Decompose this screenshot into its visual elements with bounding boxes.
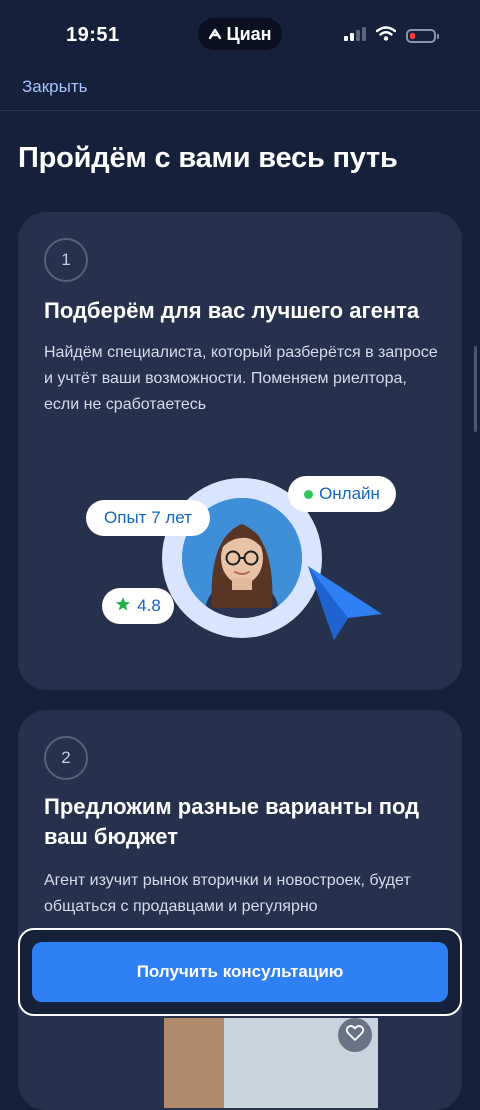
cursor-arrow-icon: [304, 562, 388, 651]
experience-badge: Опыт 7 лет: [86, 500, 210, 536]
status-bar: 19:51 Циан: [0, 0, 480, 70]
heart-icon: [345, 1024, 365, 1046]
step-description: Найдём специалиста, который разберётся в…: [44, 344, 438, 413]
step-title: Предложим разные варианты под ваш бюджет: [44, 794, 420, 849]
agent-illustration: Опыт 7 лет Онлайн 4.8: [18, 462, 462, 682]
status-icons: [344, 26, 439, 46]
step-title: Подберём для вас лучшего агента: [44, 298, 420, 323]
page-title: Пройдём с вами весь путь: [18, 142, 398, 174]
online-label: Онлайн: [319, 484, 380, 503]
wifi-icon: [375, 26, 397, 46]
scrollbar[interactable]: [474, 346, 477, 432]
step-card-1: 1 Подберём для вас лучшего агента Найдём…: [18, 212, 462, 690]
step-card-2: 2 Предложим разные варианты под ваш бюдж…: [18, 710, 462, 1110]
top-nav: Закрыть: [0, 70, 480, 111]
online-badge: Онлайн: [288, 476, 396, 512]
app-pill: Циан: [198, 18, 282, 50]
step-number: 1: [44, 238, 88, 282]
rating-badge: 4.8: [102, 588, 174, 624]
step-description: Агент изучит рынок вторички и новостроек…: [44, 872, 411, 915]
rating-value: 4.8: [137, 596, 161, 615]
get-consultation-button[interactable]: Получить консультацию: [32, 942, 448, 1002]
app-pill-label: Циан: [226, 23, 272, 44]
close-link[interactable]: Закрыть: [22, 77, 87, 97]
step-number: 2: [44, 736, 88, 780]
signal-icon: [344, 26, 366, 46]
battery-icon: [406, 29, 439, 43]
cta-container: Получить консультацию: [18, 928, 462, 1016]
online-dot-icon: [304, 489, 314, 499]
star-icon: [115, 596, 131, 617]
cian-logo-icon: [208, 27, 222, 41]
favorite-button[interactable]: [338, 1018, 372, 1052]
status-time: 19:51: [66, 24, 120, 46]
